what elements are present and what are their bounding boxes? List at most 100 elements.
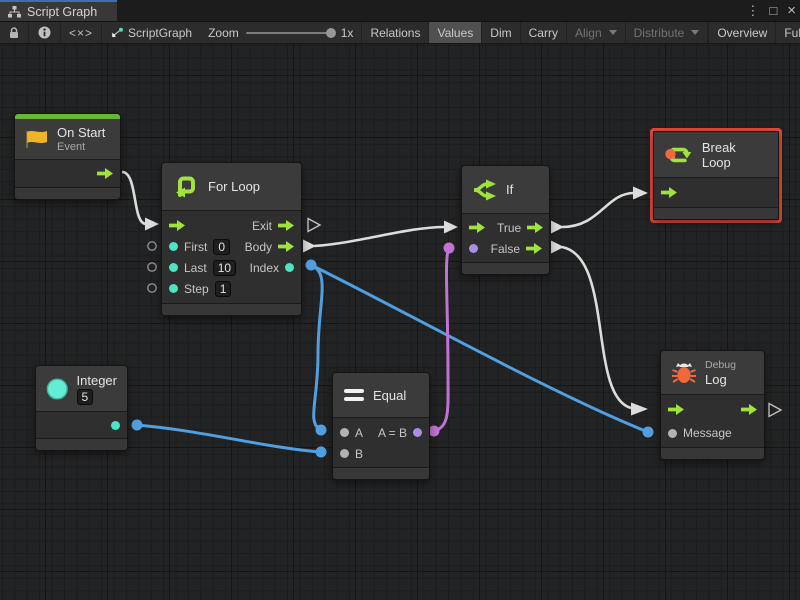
flow-input-port[interactable] bbox=[668, 404, 684, 415]
zoom-slider-handle[interactable] bbox=[326, 28, 336, 38]
wire-onstart-to-forloop[interactable] bbox=[122, 172, 159, 231]
result-output-port[interactable] bbox=[413, 428, 422, 437]
first-unconnected-marker[interactable] bbox=[148, 242, 156, 250]
last-input-port[interactable] bbox=[169, 263, 178, 272]
node-break-loop[interactable]: Break Loop bbox=[653, 131, 779, 220]
equals-icon bbox=[343, 388, 365, 402]
graph-icon bbox=[110, 27, 124, 39]
step-value-field[interactable]: 1 bbox=[215, 281, 232, 297]
lock-button[interactable] bbox=[0, 22, 29, 43]
last-unconnected-marker[interactable] bbox=[148, 263, 156, 271]
close-icon[interactable]: × bbox=[787, 0, 796, 21]
node-title: For Loop bbox=[208, 179, 260, 194]
node-title: On Start bbox=[57, 125, 105, 140]
tab-script-graph[interactable]: Script Graph bbox=[0, 0, 117, 21]
log-out-unconnected-marker[interactable] bbox=[769, 404, 781, 417]
body-label: Body bbox=[245, 240, 272, 254]
node-debug-log[interactable]: Debug Log Message bbox=[660, 350, 765, 460]
condition-input-port[interactable] bbox=[469, 244, 478, 253]
info-icon bbox=[38, 26, 51, 39]
wire-index-to-equal-a[interactable] bbox=[306, 260, 327, 436]
wire-equal-to-if-condition[interactable] bbox=[429, 243, 455, 437]
carry-label: Carry bbox=[529, 26, 558, 40]
integer-value-field[interactable]: 5 bbox=[77, 389, 94, 405]
index-output-port[interactable] bbox=[285, 263, 294, 272]
flow-input-port[interactable] bbox=[469, 222, 485, 233]
true-output-port[interactable] bbox=[527, 222, 543, 233]
message-input-port[interactable] bbox=[668, 429, 677, 438]
node-title: If bbox=[506, 182, 513, 197]
port-row-last-index: Last 10 Index bbox=[162, 257, 301, 278]
code-icon: <×> bbox=[69, 26, 93, 40]
zoom-control: Zoom 1x bbox=[200, 22, 361, 43]
branch-icon bbox=[472, 179, 498, 201]
dim-button[interactable]: Dim bbox=[482, 22, 520, 43]
flow-input-port[interactable] bbox=[661, 187, 677, 198]
port-row-flow bbox=[661, 397, 764, 421]
node-title: Integer bbox=[77, 373, 117, 388]
first-value-field[interactable]: 0 bbox=[213, 239, 230, 255]
integer-icon bbox=[46, 377, 69, 401]
graph-toolbar: <×> ScriptGraph Zoom 1x Relations Values bbox=[0, 21, 800, 44]
break-loop-icon bbox=[664, 143, 694, 167]
port-row-true: True bbox=[462, 217, 549, 238]
wire-body-to-if[interactable] bbox=[303, 221, 458, 253]
zoom-label: Zoom bbox=[208, 26, 239, 40]
distribute-button[interactable]: Distribute bbox=[626, 22, 709, 43]
wire-integer-to-equal-b[interactable] bbox=[132, 420, 327, 458]
wire-iftrue-to-breakloop[interactable] bbox=[551, 187, 648, 234]
node-title: Break Loop bbox=[702, 140, 768, 170]
false-output-port[interactable] bbox=[526, 243, 542, 254]
step-unconnected-marker[interactable] bbox=[148, 284, 156, 292]
exit-output-port[interactable] bbox=[278, 220, 294, 231]
tab-bar: Script Graph ⋮ □ × bbox=[0, 0, 800, 21]
relations-button[interactable]: Relations bbox=[361, 22, 429, 43]
overview-label: Overview bbox=[717, 26, 767, 40]
window-menu-icon[interactable]: ⋮ bbox=[746, 0, 759, 21]
flow-input-port[interactable] bbox=[169, 220, 185, 231]
step-input-port[interactable] bbox=[169, 284, 178, 293]
graph-canvas[interactable]: On Start Event For Loop bbox=[0, 44, 800, 600]
flow-output-port[interactable] bbox=[97, 168, 113, 179]
selection-outline: Break Loop bbox=[650, 128, 782, 223]
align-button[interactable]: Align bbox=[567, 22, 626, 43]
overview-button[interactable]: Overview bbox=[709, 22, 776, 43]
first-input-port[interactable] bbox=[169, 242, 178, 251]
node-for-loop[interactable]: For Loop Exit First 0 Body bbox=[161, 162, 302, 316]
port-row-a-result: A A = B bbox=[333, 422, 429, 443]
align-label: Align bbox=[575, 26, 602, 40]
zoom-slider[interactable] bbox=[246, 32, 334, 34]
wire-iffalse-to-debuglog[interactable] bbox=[551, 241, 648, 416]
code-view-button[interactable]: <×> bbox=[61, 22, 102, 43]
last-value-field[interactable]: 10 bbox=[213, 260, 236, 276]
node-category: Debug bbox=[705, 359, 736, 371]
graph-breadcrumb[interactable]: ScriptGraph bbox=[102, 22, 200, 43]
node-footer bbox=[654, 207, 778, 219]
integer-output-port[interactable] bbox=[111, 421, 120, 430]
fullscreen-button[interactable]: Full Screen bbox=[776, 22, 800, 43]
first-label: First bbox=[184, 240, 207, 254]
values-label: Values bbox=[437, 26, 473, 40]
body-output-port[interactable] bbox=[278, 241, 294, 252]
maximize-icon[interactable]: □ bbox=[769, 0, 777, 21]
node-equal[interactable]: Equal A A = B B bbox=[332, 372, 430, 480]
flag-icon bbox=[25, 129, 49, 149]
flow-output-port[interactable] bbox=[741, 404, 757, 415]
tab-title: Script Graph bbox=[27, 5, 97, 19]
node-footer bbox=[36, 438, 127, 450]
node-footer bbox=[15, 187, 120, 199]
port-row-false: False bbox=[462, 238, 549, 259]
values-button[interactable]: Values bbox=[429, 22, 482, 43]
node-footer bbox=[333, 467, 429, 479]
node-integer[interactable]: Integer 5 bbox=[35, 365, 128, 451]
a-input-port[interactable] bbox=[340, 428, 349, 437]
loop-icon bbox=[172, 174, 200, 200]
b-input-port[interactable] bbox=[340, 449, 349, 458]
port-row-enter-exit: Exit bbox=[162, 215, 301, 236]
carry-button[interactable]: Carry bbox=[521, 22, 567, 43]
info-button[interactable] bbox=[29, 22, 61, 43]
exit-unconnected-marker[interactable] bbox=[308, 219, 320, 232]
fullscreen-label: Full Screen bbox=[784, 26, 800, 40]
node-on-start[interactable]: On Start Event bbox=[14, 113, 121, 200]
node-if[interactable]: If True False bbox=[461, 165, 550, 275]
